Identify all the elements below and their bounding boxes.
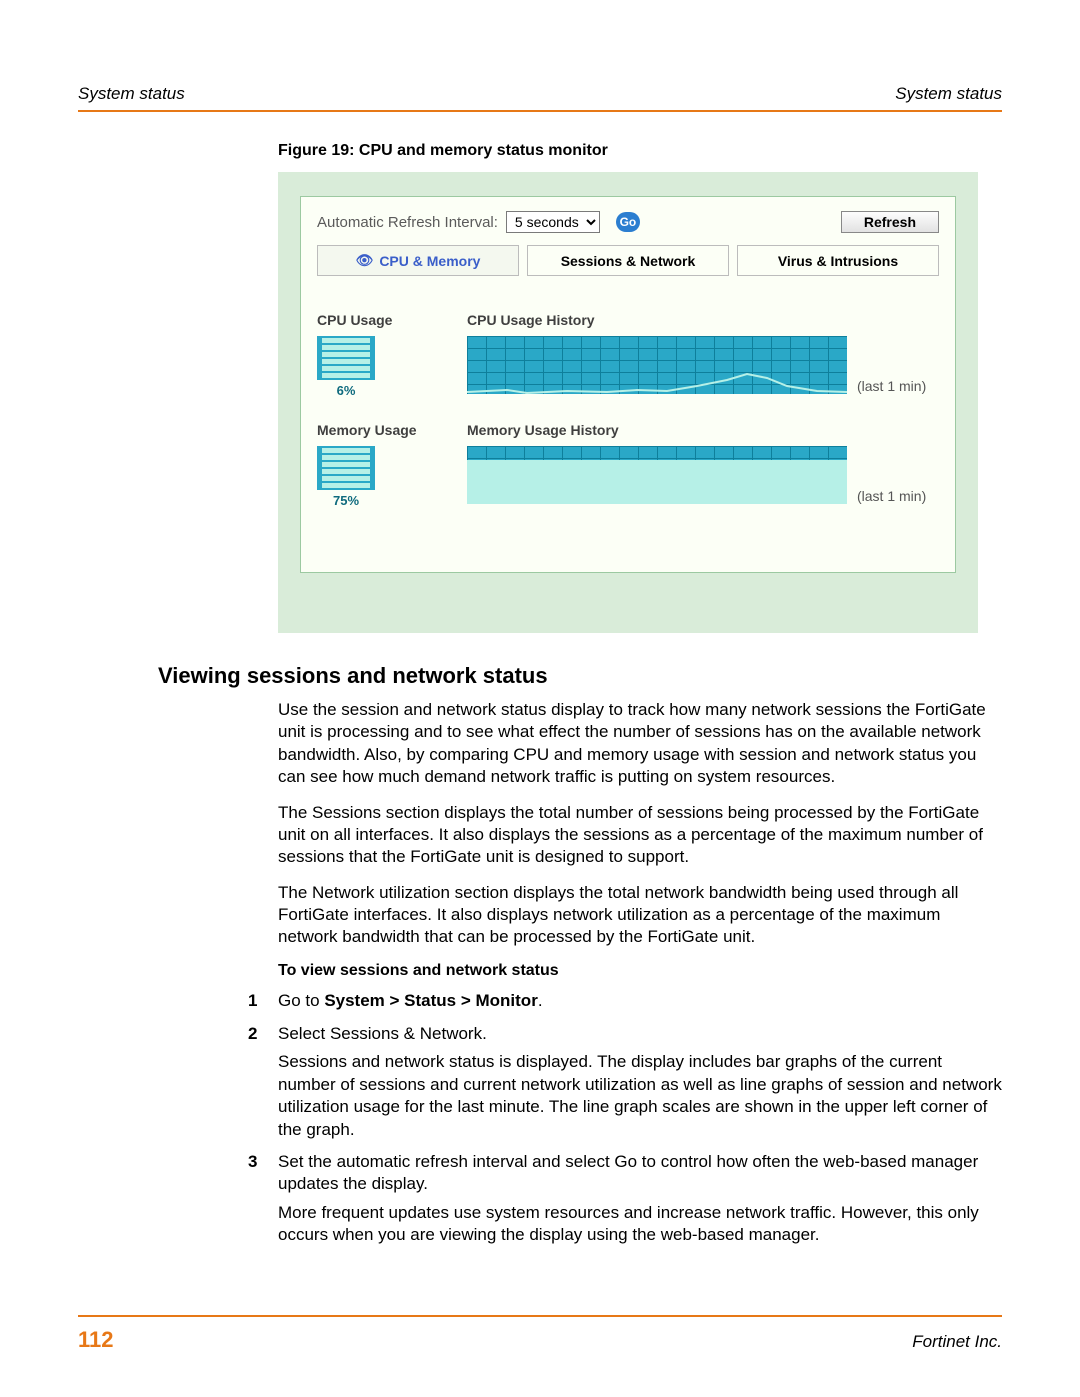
status-monitor-screenshot: Automatic Refresh Interval: 5 seconds Go…: [278, 172, 978, 633]
paragraph-1: Use the session and network status displ…: [278, 699, 1002, 787]
tab-cpu-memory[interactable]: 👁 CPU & Memory: [317, 245, 519, 276]
figure-caption: Figure 19: CPU and memory status monitor: [278, 142, 1002, 160]
step-3: Set the automatic refresh interval and s…: [248, 1151, 1002, 1247]
eye-icon: 👁: [356, 252, 374, 269]
cpu-history-chart: [467, 336, 847, 394]
memory-history-range: (last 1 min): [857, 488, 926, 504]
step-1: Go to System > Status > Monitor.: [248, 990, 1002, 1012]
memory-usage-gauge: 75%: [317, 446, 375, 490]
tab-sessions-label: Sessions & Network: [561, 253, 696, 269]
header-right: System status: [895, 84, 1002, 104]
tab-virus-intrusions[interactable]: Virus & Intrusions: [737, 245, 939, 276]
refresh-interval-select[interactable]: 5 seconds: [506, 211, 600, 233]
page-number: 112: [78, 1327, 114, 1353]
paragraph-2: The Sessions section displays the total …: [278, 802, 1002, 868]
memory-usage-title: Memory Usage: [317, 422, 467, 438]
memory-usage-percent: 75%: [317, 493, 375, 508]
cpu-usage-percent: 6%: [317, 383, 375, 398]
go-button[interactable]: Go: [616, 212, 640, 232]
step-2: Select Sessions & Network. Sessions and …: [248, 1023, 1002, 1141]
refresh-button[interactable]: Refresh: [841, 211, 939, 233]
sub-heading: To view sessions and network status: [278, 962, 1002, 980]
memory-history-title: Memory Usage History: [467, 422, 939, 438]
cpu-usage-title: CPU Usage: [317, 312, 467, 328]
tab-virus-label: Virus & Intrusions: [778, 253, 898, 269]
header-left: System status: [78, 84, 185, 104]
section-heading: Viewing sessions and network status: [158, 663, 1002, 689]
memory-history-chart: [467, 446, 847, 504]
company-name: Fortinet Inc.: [912, 1332, 1002, 1352]
tab-cpu-memory-label: CPU & Memory: [379, 253, 480, 269]
cpu-history-range: (last 1 min): [857, 378, 926, 394]
cpu-history-title: CPU Usage History: [467, 312, 939, 328]
top-rule: [78, 110, 1002, 112]
bottom-rule: [78, 1315, 1002, 1317]
cpu-usage-gauge: 6%: [317, 336, 375, 380]
tab-sessions-network[interactable]: Sessions & Network: [527, 245, 729, 276]
refresh-interval-label: Automatic Refresh Interval:: [317, 214, 498, 231]
paragraph-3: The Network utilization section displays…: [278, 882, 1002, 948]
